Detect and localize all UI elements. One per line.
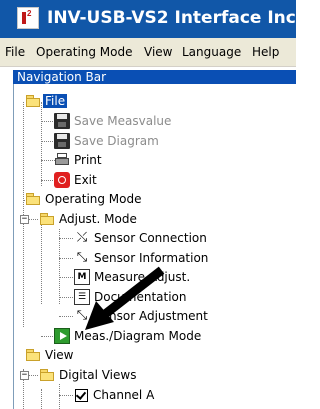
menu-operating-mode[interactable]: Operating Mode xyxy=(36,45,133,59)
floppy-disk-icon xyxy=(54,133,70,149)
folder-open-icon xyxy=(25,93,41,109)
collapse-toggle-icon[interactable]: − xyxy=(20,215,29,224)
title-bar: 2 INV-USB-VS2 Interface Inc. xyxy=(0,0,302,38)
exit-icon xyxy=(54,172,70,188)
tree-item-label: Sensor Information xyxy=(94,251,209,265)
tree-item-label: Print xyxy=(74,153,102,167)
navigation-bar-header: Navigation Bar xyxy=(13,70,296,84)
tree-item-label: Exit xyxy=(74,173,97,187)
tree-item-label: Save Diagram xyxy=(74,134,159,148)
tree-item-label: Adjust. Mode xyxy=(59,212,137,226)
tree-item-meas-diagram-mode[interactable]: Meas./Diagram Mode xyxy=(54,327,201,345)
tree-item-file[interactable]: File xyxy=(25,92,68,110)
checkbox-icon[interactable] xyxy=(75,388,88,402)
tree-item-operating-mode[interactable]: Operating Mode xyxy=(25,190,142,208)
app-logo-icon: 2 xyxy=(17,7,39,29)
tree-item-label: View xyxy=(45,348,74,362)
tree-item-label: Sensor Adjustment xyxy=(94,309,208,323)
tree-item-digital-views[interactable]: Digital Views xyxy=(39,366,136,384)
tree-item-label: Digital Views xyxy=(59,368,137,382)
menu-view[interactable]: View xyxy=(144,45,172,59)
menu-help[interactable]: Help xyxy=(252,45,279,59)
tree-item-adjust-mode[interactable]: Adjust. Mode xyxy=(39,210,137,228)
menu-file[interactable]: File xyxy=(5,45,25,59)
tree-item-sensor-adjustment[interactable]: ⤡ Sensor Adjustment xyxy=(74,307,208,325)
tree-item-sensor-information[interactable]: ⤡ Sensor Information xyxy=(74,249,209,267)
tree-item-label: File xyxy=(43,94,68,108)
folder-open-icon xyxy=(39,367,55,383)
folder-open-icon xyxy=(25,347,41,363)
play-icon xyxy=(54,328,70,344)
folder-open-icon xyxy=(25,191,41,207)
tree-item-label: Operating Mode xyxy=(45,192,142,206)
printer-icon xyxy=(54,152,70,168)
tree-item-sensor-connection[interactable]: ⤯ Sensor Connection xyxy=(74,229,207,247)
tree-item-label: Save Measvalue xyxy=(74,114,172,128)
tree-item-label: Sensor Connection xyxy=(94,231,207,245)
floppy-disk-icon xyxy=(54,113,70,129)
tree-item-documentation[interactable]: ☰ Documentation xyxy=(74,288,187,306)
window-title: INV-USB-VS2 Interface Inc. xyxy=(47,8,303,28)
sensor-information-icon: ⤡ xyxy=(76,250,88,265)
tree-item-label: Meas./Diagram Mode xyxy=(74,329,202,343)
tree-item-label: Measure Adjust. xyxy=(94,270,191,284)
tree-item-exit[interactable]: Exit xyxy=(54,171,97,189)
collapse-toggle-icon[interactable]: − xyxy=(20,371,29,380)
measure-icon: M xyxy=(74,269,90,285)
sensor-adjustment-icon: ⤡ xyxy=(76,308,88,323)
menu-bar: File Operating Mode View Language Help xyxy=(0,38,296,67)
tree-item-view[interactable]: View xyxy=(25,346,73,364)
tree-item-save-measvalue[interactable]: Save Measvalue xyxy=(54,112,171,130)
folder-open-icon xyxy=(39,211,55,227)
document-icon: ☰ xyxy=(74,289,90,305)
tree-item-label: Channel A xyxy=(93,388,155,402)
tree-item-label: Documentation xyxy=(94,290,187,304)
tree-item-print[interactable]: Print xyxy=(54,151,102,169)
tree-item-save-diagram[interactable]: Save Diagram xyxy=(54,132,159,150)
tree-item-measure-adjust[interactable]: M Measure Adjust. xyxy=(74,268,190,286)
sensor-connection-icon: ⤯ xyxy=(76,230,88,245)
tree-item-channel-a[interactable]: Channel A xyxy=(74,386,154,404)
menu-language[interactable]: Language xyxy=(182,45,241,59)
navigation-tree: File Save Measvalue Save Diagram Print E… xyxy=(13,84,297,409)
